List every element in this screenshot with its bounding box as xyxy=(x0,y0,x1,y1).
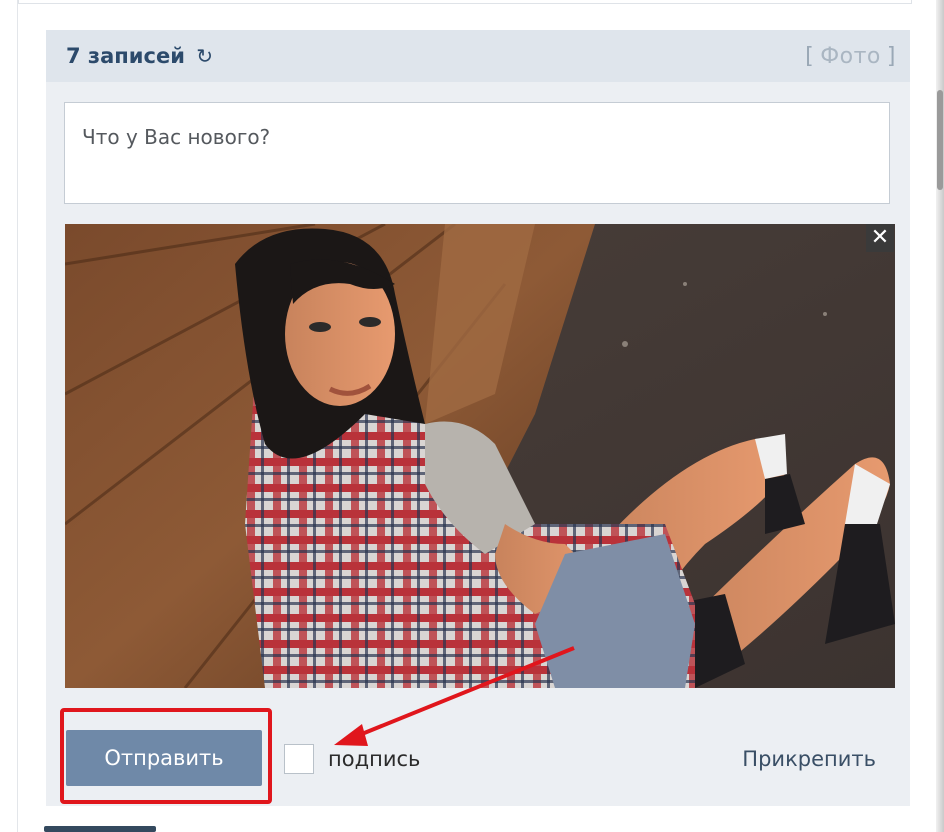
scrollbar-thumb[interactable] xyxy=(937,90,943,190)
sign-checkbox[interactable] xyxy=(284,744,314,774)
attached-photo-image xyxy=(65,224,895,688)
scrollbar[interactable] xyxy=(936,0,944,832)
close-icon[interactable]: ✕ xyxy=(871,225,889,250)
bracket-close: ] xyxy=(886,44,896,69)
attached-photo xyxy=(65,224,895,688)
status-input[interactable]: Что у Вас нового? xyxy=(64,102,890,204)
page-left-edge xyxy=(0,0,20,832)
wall-block: 7 записей ↻ [Фото] Что у Вас нового? ✕ О… xyxy=(46,30,910,806)
photo-link-label[interactable]: Фото xyxy=(820,44,881,69)
send-button[interactable]: Отправить xyxy=(66,730,262,786)
posts-count[interactable]: 7 записей xyxy=(66,44,185,68)
wall-header: 7 записей ↻ [Фото] xyxy=(46,30,910,82)
next-block-fragment xyxy=(44,826,156,832)
sign-label[interactable]: подпись xyxy=(328,747,420,771)
previous-block-frame xyxy=(18,0,912,4)
refresh-icon[interactable]: ↻ xyxy=(196,44,213,68)
wall-title[interactable]: 7 записей ↻ xyxy=(66,44,213,68)
status-placeholder: Что у Вас нового? xyxy=(82,125,271,149)
remove-photo-button[interactable]: ✕ xyxy=(866,224,894,252)
attach-link[interactable]: Прикрепить xyxy=(742,747,876,771)
bracket-open: [ xyxy=(805,44,815,69)
photo-filter-link[interactable]: [Фото] xyxy=(805,44,896,69)
